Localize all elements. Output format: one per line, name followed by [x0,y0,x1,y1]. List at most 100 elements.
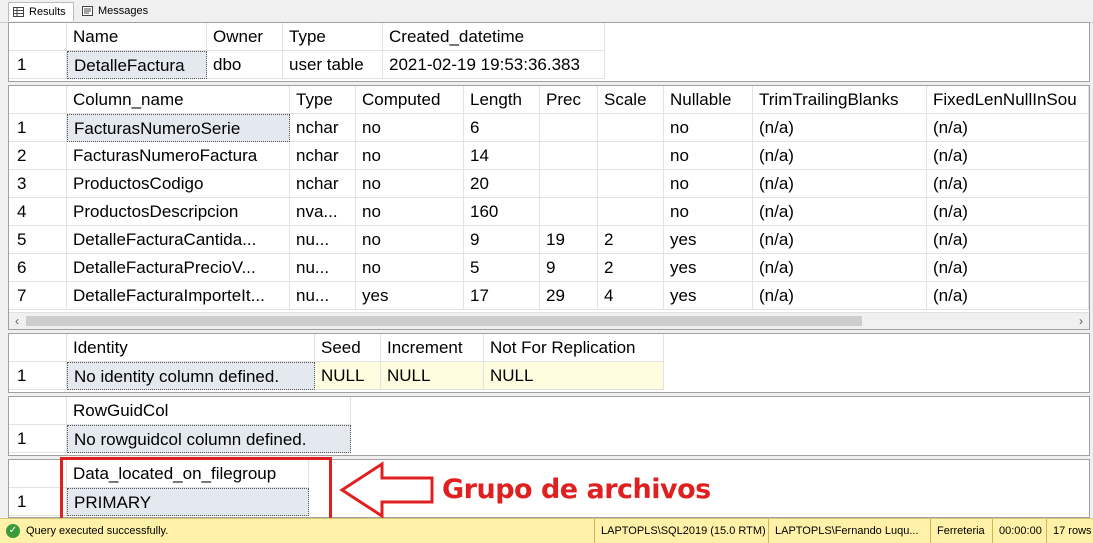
table-cell[interactable]: DetalleFacturaPrecioV... [67,254,290,282]
tab-messages[interactable]: Messages [78,2,154,21]
table-cell[interactable] [540,198,598,226]
table-cell[interactable]: 9 [540,254,598,282]
table-cell[interactable]: nu... [290,282,356,310]
table-cell[interactable]: ProductosDescripcion [67,198,290,226]
table-cell[interactable]: 20 [464,170,540,198]
row-number[interactable]: 2 [9,142,67,170]
table-cell[interactable]: DetalleFactura [67,51,207,79]
table-cell[interactable]: 14 [464,142,540,170]
table-cell[interactable]: (n/a) [753,114,927,142]
table-cell[interactable]: 5 [464,254,540,282]
column-header-type[interactable]: Type [290,86,356,114]
row-number[interactable]: 1 [9,51,67,79]
column-header-created-datetime[interactable]: Created_datetime [383,23,605,51]
column-header-owner[interactable]: Owner [207,23,283,51]
table-cell[interactable]: nu... [290,226,356,254]
row-number[interactable]: 4 [9,198,67,226]
scroll-right-icon[interactable]: › [1073,313,1089,329]
column-header-name[interactable]: Name [67,23,207,51]
row-number[interactable]: 3 [9,170,67,198]
table-cell[interactable]: no [356,114,464,142]
table-cell[interactable]: nchar [290,114,356,142]
column-header-not-for-replication[interactable]: Not For Replication [484,334,664,362]
row-number[interactable]: 1 [9,488,67,516]
column-header-trim-trailing-blanks[interactable]: TrimTrailingBlanks [753,86,927,114]
table-cell[interactable]: 29 [540,282,598,310]
table-cell[interactable] [598,198,664,226]
table-cell[interactable]: dbo [207,51,283,79]
table-cell[interactable] [540,142,598,170]
table-cell[interactable]: 2 [598,226,664,254]
column-header-length[interactable]: Length [464,86,540,114]
table-cell[interactable]: yes [356,282,464,310]
table-cell[interactable]: 160 [464,198,540,226]
table-cell[interactable]: 6 [464,114,540,142]
table-cell[interactable]: 2 [598,254,664,282]
table-cell[interactable]: (n/a) [753,142,927,170]
table-cell[interactable]: DetalleFacturaImporteIt... [67,282,290,310]
column-header-computed[interactable]: Computed [356,86,464,114]
table-cell[interactable]: yes [664,282,753,310]
table-cell[interactable]: (n/a) [927,142,1089,170]
tab-results[interactable]: Results [8,2,74,21]
table-cell[interactable]: 2021-02-19 19:53:36.383 [383,51,605,79]
row-number[interactable]: 1 [9,362,67,390]
table-cell[interactable]: (n/a) [927,114,1089,142]
table-cell[interactable]: (n/a) [927,198,1089,226]
table-cell[interactable]: yes [664,254,753,282]
table-cell[interactable]: (n/a) [753,170,927,198]
table-cell[interactable]: (n/a) [753,198,927,226]
horizontal-scrollbar[interactable]: ‹ › [9,312,1089,329]
table-cell[interactable]: no [664,142,753,170]
table-cell[interactable]: 17 [464,282,540,310]
table-cell[interactable]: DetalleFacturaCantida... [67,226,290,254]
table-cell[interactable] [598,142,664,170]
row-number[interactable]: 7 [9,282,67,310]
table-cell[interactable]: no [664,198,753,226]
column-header-fixed-len-null-in-source[interactable]: FixedLenNullInSou [927,86,1089,114]
table-cell[interactable]: no [664,170,753,198]
table-cell[interactable] [540,114,598,142]
table-cell[interactable]: user table [283,51,383,79]
table-cell[interactable]: no [356,226,464,254]
table-cell[interactable]: nchar [290,142,356,170]
table-cell[interactable] [598,170,664,198]
table-cell[interactable]: (n/a) [927,226,1089,254]
column-header-nullable[interactable]: Nullable [664,86,753,114]
table-cell[interactable]: no [356,142,464,170]
table-cell[interactable]: 4 [598,282,664,310]
row-number[interactable]: 1 [9,425,67,453]
table-cell[interactable]: (n/a) [753,282,927,310]
table-cell[interactable]: (n/a) [927,254,1089,282]
column-header-column-name[interactable]: Column_name [67,86,290,114]
column-header-seed[interactable]: Seed [315,334,381,362]
table-cell[interactable]: No rowguidcol column defined. [67,425,351,453]
table-cell[interactable]: FacturasNumeroSerie [67,114,290,142]
row-number[interactable]: 1 [9,114,67,142]
table-cell[interactable]: no [356,198,464,226]
table-cell[interactable]: no [356,254,464,282]
table-cell[interactable]: nchar [290,170,356,198]
table-cell[interactable]: 19 [540,226,598,254]
table-cell[interactable] [540,170,598,198]
scroll-left-icon[interactable]: ‹ [9,313,25,329]
column-header-increment[interactable]: Increment [381,334,484,362]
table-cell[interactable]: nva... [290,198,356,226]
column-header-identity[interactable]: Identity [67,334,315,362]
scrollbar-thumb[interactable] [26,316,862,326]
column-header-scale[interactable]: Scale [598,86,664,114]
table-cell[interactable]: 9 [464,226,540,254]
column-header-type[interactable]: Type [283,23,383,51]
table-cell[interactable]: (n/a) [927,282,1089,310]
column-header-rowguidcol[interactable]: RowGuidCol [67,397,351,425]
table-cell[interactable]: nu... [290,254,356,282]
table-cell[interactable]: no [356,170,464,198]
table-cell[interactable]: no [664,114,753,142]
table-cell[interactable]: ProductosCodigo [67,170,290,198]
table-cell[interactable]: NULL [381,362,484,390]
table-cell[interactable]: No identity column defined. [67,362,315,390]
table-cell[interactable]: (n/a) [753,254,927,282]
table-cell[interactable]: (n/a) [927,170,1089,198]
row-number[interactable]: 6 [9,254,67,282]
row-number[interactable]: 5 [9,226,67,254]
